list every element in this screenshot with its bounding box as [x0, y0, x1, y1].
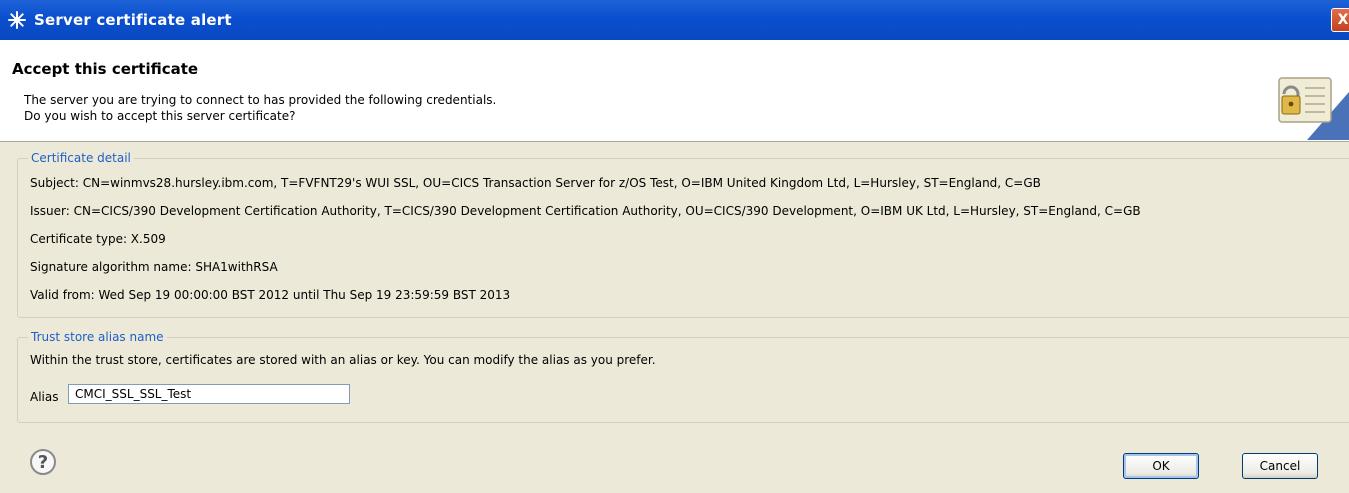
subject-text: Subject: CN=winmvs28.hursley.ibm.com, T=…: [30, 176, 1041, 190]
certificate-lock-icon: [1249, 68, 1349, 140]
alias-input[interactable]: [68, 384, 350, 404]
header-title: Accept this certificate: [12, 60, 199, 78]
certificate-dialog: Server certificate alert X Accept this c…: [0, 0, 1349, 493]
signature-algorithm-text: Signature algorithm name: SHA1withRSA: [30, 260, 278, 274]
title-bar[interactable]: Server certificate alert X: [0, 0, 1349, 40]
close-button[interactable]: X: [1331, 8, 1349, 32]
trust-store-group: Trust store alias name Within the trust …: [17, 330, 1349, 423]
window-title: Server certificate alert: [34, 11, 232, 29]
header-description: The server you are trying to connect to …: [24, 92, 496, 124]
header-desc-line-1: The server you are trying to connect to …: [24, 93, 497, 107]
header-desc-line-2: Do you wish to accept this server certif…: [24, 109, 296, 123]
dialog-header: Accept this certificate The server you a…: [0, 40, 1349, 142]
dialog-body: Certificate detail Subject: CN=winmvs28.…: [0, 142, 1349, 493]
alias-label: Alias: [30, 390, 59, 404]
issuer-text: Issuer: CN=CICS/390 Development Certific…: [30, 204, 1141, 218]
certificate-detail-group: Certificate detail Subject: CN=winmvs28.…: [17, 151, 1349, 318]
cancel-button[interactable]: Cancel: [1242, 453, 1318, 479]
certificate-detail-legend: Certificate detail: [28, 151, 134, 165]
certificate-type-text: Certificate type: X.509: [30, 232, 166, 246]
validity-text: Valid from: Wed Sep 19 00:00:00 BST 2012…: [30, 288, 511, 302]
ok-button[interactable]: OK: [1123, 453, 1199, 479]
help-icon[interactable]: ?: [30, 449, 56, 475]
trust-store-description: Within the trust store, certificates are…: [30, 353, 656, 367]
eclipse-app-icon: [6, 9, 28, 31]
trust-store-legend: Trust store alias name: [28, 330, 167, 344]
